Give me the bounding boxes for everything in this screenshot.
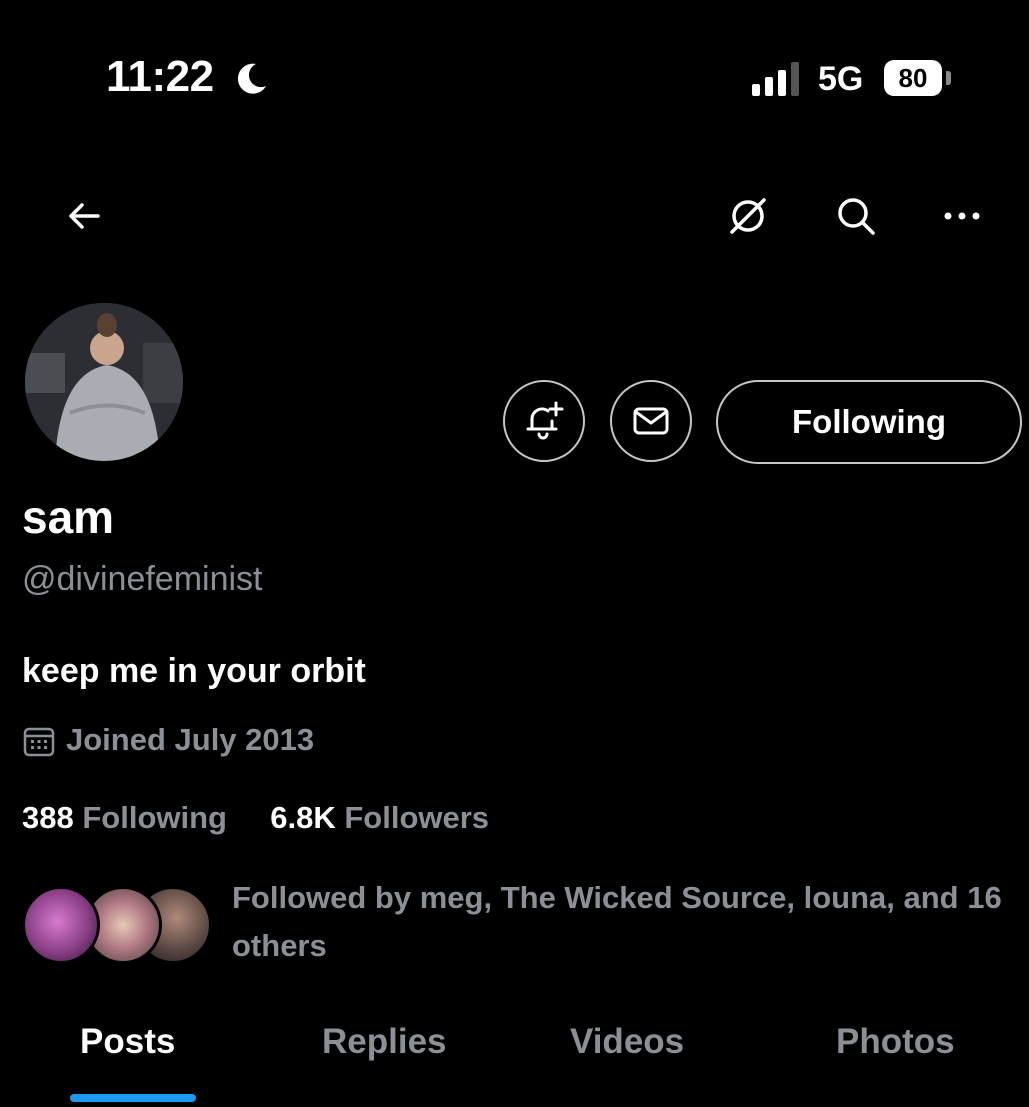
tab-videos[interactable]: Videos [570,1022,684,1062]
more-icon[interactable] [938,192,986,240]
profile-screen: 11:22 5G 80 Following sam @divinefeminis… [0,0,1029,1107]
follower-avatar[interactable] [22,886,100,964]
following-button[interactable]: Following [716,380,1022,464]
mail-icon [633,407,669,435]
followers-stat[interactable]: 6.8K Followers [270,800,489,835]
grok-icon[interactable] [724,192,772,240]
network-type: 5G [818,60,864,98]
calendar-icon [23,727,55,757]
message-button[interactable] [610,380,692,462]
tab-posts[interactable]: Posts [80,1022,175,1062]
signal-icon [752,62,799,96]
status-time: 11:22 [106,52,214,101]
tab-replies[interactable]: Replies [322,1022,447,1062]
handle: @divinefeminist [22,560,263,598]
display-name: sam [22,491,115,543]
avatar-photo [25,303,183,461]
search-icon[interactable] [832,192,880,240]
tab-photos[interactable]: Photos [836,1022,955,1062]
active-tab-indicator [70,1094,196,1102]
battery-cap [946,71,951,85]
following-stat[interactable]: 388 Following [22,800,236,835]
avatar[interactable] [22,300,186,464]
joined-date: Joined July 2013 [66,722,315,757]
bio: keep me in your orbit [22,652,366,690]
battery-level: 80 [884,60,942,96]
followers-label: Followers [344,800,490,835]
following-label: Following [82,800,227,835]
followers-count: 6.8K [270,800,336,835]
notification-plus-icon [526,401,564,440]
followed-by-text[interactable]: Followed by meg, The Wicked Source, loun… [232,874,1012,970]
profile-stats: 388 Following 6.8K Followers [22,800,489,836]
notification-button[interactable] [503,380,585,462]
following-count: 388 [22,800,74,835]
back-arrow-icon[interactable] [60,192,108,240]
moon-icon [237,63,266,94]
